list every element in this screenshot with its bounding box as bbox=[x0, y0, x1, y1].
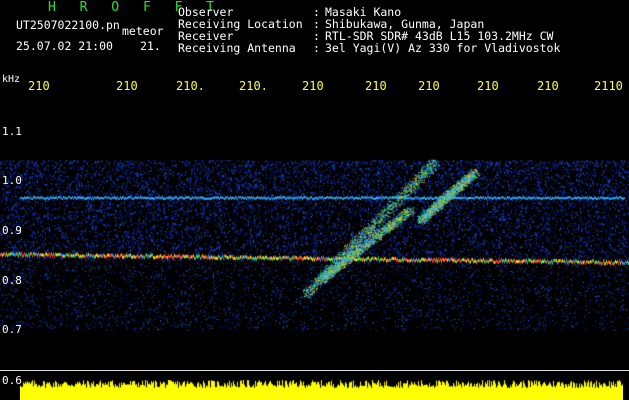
antenna-label: Receiving Antenna bbox=[178, 41, 296, 55]
top-tick-label: 210 bbox=[477, 79, 499, 93]
top-tick-label: 210 bbox=[418, 79, 440, 93]
y-axis-label: 0.8 bbox=[2, 274, 22, 287]
baseline-divider bbox=[0, 370, 629, 371]
date-time: 25.07.02 21:00 bbox=[16, 39, 113, 53]
y-axis-label: 1.1 bbox=[2, 125, 22, 138]
y-axis-label: 0.7 bbox=[2, 323, 22, 336]
signal-power-bar bbox=[20, 380, 623, 400]
top-tick-label: 210 bbox=[116, 79, 138, 93]
top-tick-label: 210. bbox=[239, 79, 268, 93]
top-tick-label: 210. bbox=[176, 79, 205, 93]
mode-label: meteor bbox=[122, 24, 164, 38]
antenna-colon: : bbox=[313, 41, 320, 55]
minute-label: 21. bbox=[140, 39, 161, 53]
khz-unit-label: kHz bbox=[2, 74, 21, 85]
waterfall-spectrogram bbox=[0, 100, 629, 400]
top-tick-label: 210 bbox=[28, 79, 50, 93]
top-tick-label: 2110 bbox=[594, 79, 623, 93]
antenna-value: 3el Yagi(V) Az 330 for Vladivostok bbox=[325, 41, 561, 55]
spectrogram-screen: H R O F F T UT2507022100.pn meteor 25.07… bbox=[0, 0, 629, 400]
top-tick-label: 210 bbox=[365, 79, 387, 93]
y-axis-label: 1.0 bbox=[2, 174, 22, 187]
y-axis-label: 0.9 bbox=[2, 224, 22, 237]
top-tick-label: 210 bbox=[537, 79, 559, 93]
y-axis-label: 0.6 bbox=[2, 374, 22, 387]
top-tick-label: 210 bbox=[302, 79, 324, 93]
file-name: UT2507022100.pn bbox=[16, 18, 120, 32]
